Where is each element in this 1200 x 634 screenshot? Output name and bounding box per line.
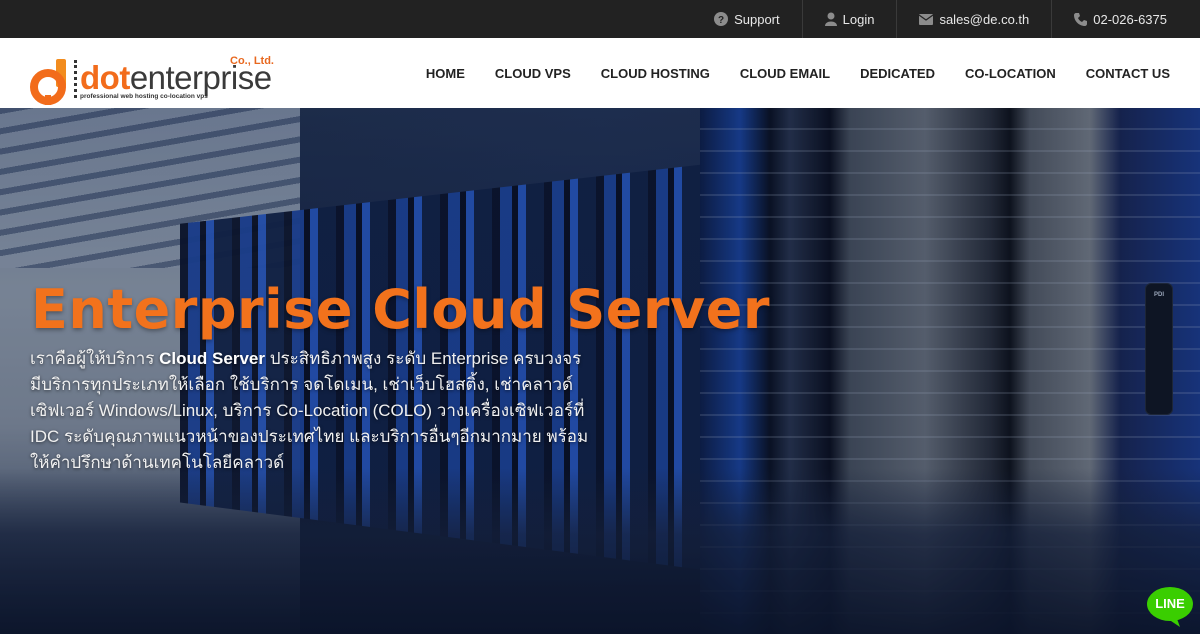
login-link[interactable]: Login — [801, 0, 897, 38]
company-logo[interactable]: dotenterprise Co., Ltd. professional web… — [30, 55, 280, 106]
email-label: sales@de.co.th — [939, 11, 1030, 27]
hero-banner: PDI Enterprise Cloud Server เราคือผู้ให้… — [0, 108, 1200, 634]
user-icon — [824, 12, 837, 26]
hero-title: Enterprise Cloud Server — [31, 278, 770, 341]
nav-cloud-vps[interactable]: CLOUD VPS — [495, 66, 571, 81]
phone-link[interactable]: 02-026-6375 — [1051, 0, 1200, 38]
hero-description: เราคือผู้ให้บริการ Cloud Server ประสิทธิ… — [30, 349, 589, 472]
logo-divider — [74, 60, 77, 98]
support-label: Support — [734, 11, 780, 27]
email-link[interactable]: sales@de.co.th — [896, 0, 1051, 38]
phone-icon — [1074, 12, 1088, 26]
line-label: LINE — [1155, 596, 1185, 611]
logo-suffix: Co., Ltd. — [230, 55, 274, 67]
phone-label: 02-026-6375 — [1093, 11, 1167, 27]
rack-handle: PDI — [1145, 283, 1173, 415]
support-link[interactable]: ? Support — [692, 0, 802, 38]
nav-cloud-email[interactable]: CLOUD EMAIL — [740, 66, 830, 81]
svg-text:?: ? — [718, 15, 724, 26]
line-chat-button[interactable]: LINE — [1146, 586, 1194, 628]
logo-tagline: professional web hosting co-location vps — [80, 93, 208, 100]
top-utility-bar: ? Support Login sales@de.co.th 02-026-63… — [0, 0, 1200, 38]
nav-co-location[interactable]: CO-LOCATION — [965, 66, 1056, 81]
nav-cloud-hosting[interactable]: CLOUD HOSTING — [601, 66, 710, 81]
nav-home[interactable]: HOME — [426, 66, 465, 81]
nav-contact-us[interactable]: CONTACT US — [1086, 66, 1170, 81]
site-header: dotenterprise Co., Ltd. professional web… — [0, 38, 1200, 108]
logo-d-icon — [30, 59, 66, 105]
envelope-icon — [919, 13, 934, 25]
question-circle-icon: ? — [714, 12, 729, 26]
nav-dedicated[interactable]: DEDICATED — [860, 66, 935, 81]
login-label: Login — [842, 11, 875, 27]
main-nav: HOME CLOUD VPS CLOUD HOSTING CLOUD EMAIL… — [426, 38, 1170, 108]
